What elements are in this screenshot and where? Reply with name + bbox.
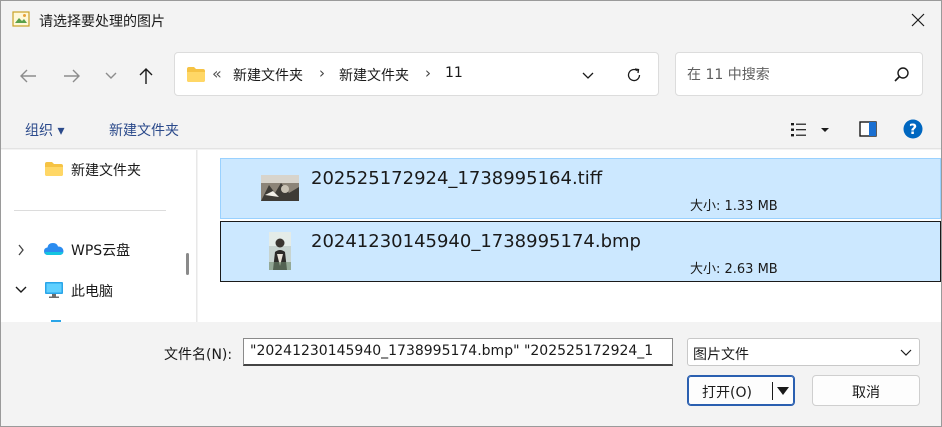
chevron-down-icon: [900, 349, 912, 356]
organize-menu-button[interactable]: 组织 ▾: [25, 120, 64, 140]
breadcrumb-item[interactable]: 新建文件夹: [339, 65, 409, 85]
file-list: 202525172924_1738995164.tiff 大小: 1.33 MB…: [198, 150, 941, 322]
dialog-footer: 文件名(N): "20241230145940_1738995174.bmp" …: [1, 322, 941, 426]
folder-icon: [45, 162, 63, 176]
file-size: 大小: 2.63 MB: [690, 262, 778, 277]
arrow-left-icon: [20, 69, 36, 83]
sidebar-item-new-folder[interactable]: 新建文件夹: [1, 156, 177, 182]
search-box[interactable]: [675, 52, 923, 96]
landscape-thumbnail: [261, 169, 299, 207]
close-icon: [911, 13, 925, 27]
breadcrumb-item[interactable]: 11: [445, 65, 463, 81]
new-folder-button[interactable]: 新建文件夹: [109, 120, 179, 140]
address-dropdown-icon[interactable]: [579, 66, 597, 84]
filename-label: 文件名(N):: [164, 347, 233, 363]
recent-locations-button[interactable]: [99, 64, 123, 88]
sidebar-item-this-pc[interactable]: 此电脑: [1, 277, 177, 303]
file-item[interactable]: 202525172924_1738995164.tiff 大小: 1.33 MB: [220, 158, 941, 219]
navigation-pane: 新建文件夹 WPS云盘 此电脑: [1, 150, 197, 322]
open-button-divider: [772, 382, 773, 400]
cancel-button-label: 取消: [852, 385, 880, 401]
image-app-icon: [12, 11, 30, 27]
chevron-right-icon[interactable]: [17, 244, 25, 256]
chevron-down-icon[interactable]: [15, 286, 27, 294]
search-icon[interactable]: [893, 66, 910, 83]
cloud-icon: [44, 243, 64, 255]
open-button[interactable]: 打开(O): [687, 375, 795, 406]
title-bar: 请选择要处理的图片: [1, 1, 941, 39]
arrow-right-icon: [64, 69, 80, 83]
file-name: 20241230145940_1738995174.bmp: [311, 231, 641, 252]
search-input[interactable]: [687, 64, 877, 86]
preview-pane-icon[interactable]: [859, 120, 877, 138]
up-button[interactable]: [134, 64, 158, 88]
breadcrumb-item[interactable]: 新建文件夹: [233, 65, 303, 85]
window-title: 请选择要处理的图片: [39, 14, 165, 30]
folder-icon: [187, 67, 205, 82]
arrow-up-icon: [139, 68, 153, 84]
sidebar-item-wps-cloud[interactable]: WPS云盘: [1, 236, 177, 262]
back-button[interactable]: [16, 64, 40, 88]
file-item[interactable]: 20241230145940_1738995174.bmp 大小: 2.63 M…: [220, 221, 941, 282]
image-thumbnail-icon: [269, 232, 291, 270]
breadcrumb-separator[interactable]: ›: [425, 64, 431, 82]
address-bar[interactable]: « 新建文件夹 › 新建文件夹 › 11: [174, 52, 659, 96]
pane-separator[interactable]: [196, 150, 197, 322]
filetype-select[interactable]: 图片文件: [687, 338, 920, 366]
close-button[interactable]: [895, 1, 941, 39]
address-overflow-icon[interactable]: «: [212, 64, 222, 83]
sidebar-item-label: 此电脑: [71, 284, 113, 300]
help-glyph: ?: [909, 122, 917, 138]
computer-icon: [45, 282, 63, 298]
open-button-label: 打开(O): [702, 385, 752, 401]
navigation-bar: « 新建文件夹 › 新建文件夹 › 11: [1, 39, 941, 109]
filename-input[interactable]: "20241230145940_1738995174.bmp" "2025251…: [243, 338, 673, 366]
image-thumbnail-icon: [261, 175, 299, 201]
filetype-value: 图片文件: [693, 347, 749, 363]
portrait-thumbnail: [261, 232, 299, 270]
view-options-icon[interactable]: [790, 120, 830, 140]
breadcrumb-separator[interactable]: ›: [319, 64, 325, 82]
file-open-dialog: 请选择要处理的图片 « 新建文件夹 › 新建文件夹 › 11 在 11 中搜索 …: [0, 0, 942, 427]
file-name: 202525172924_1738995164.tiff: [311, 168, 603, 189]
sidebar-item-label: 新建文件夹: [71, 163, 141, 179]
forward-button[interactable]: [60, 64, 84, 88]
sidebar-scrollbar-thumb[interactable]: [186, 253, 189, 275]
cancel-button[interactable]: 取消: [812, 375, 920, 406]
open-dropdown-arrow-icon[interactable]: [776, 385, 790, 397]
help-icon[interactable]: ?: [903, 119, 923, 139]
file-size: 大小: 1.33 MB: [690, 199, 778, 214]
refresh-icon[interactable]: [625, 66, 643, 84]
sidebar-divider: [14, 210, 166, 211]
sidebar-item-label: WPS云盘: [71, 243, 131, 259]
command-bar: 组织 ▾ 新建文件夹 ?: [1, 109, 941, 149]
chevron-down-icon: [105, 72, 117, 79]
